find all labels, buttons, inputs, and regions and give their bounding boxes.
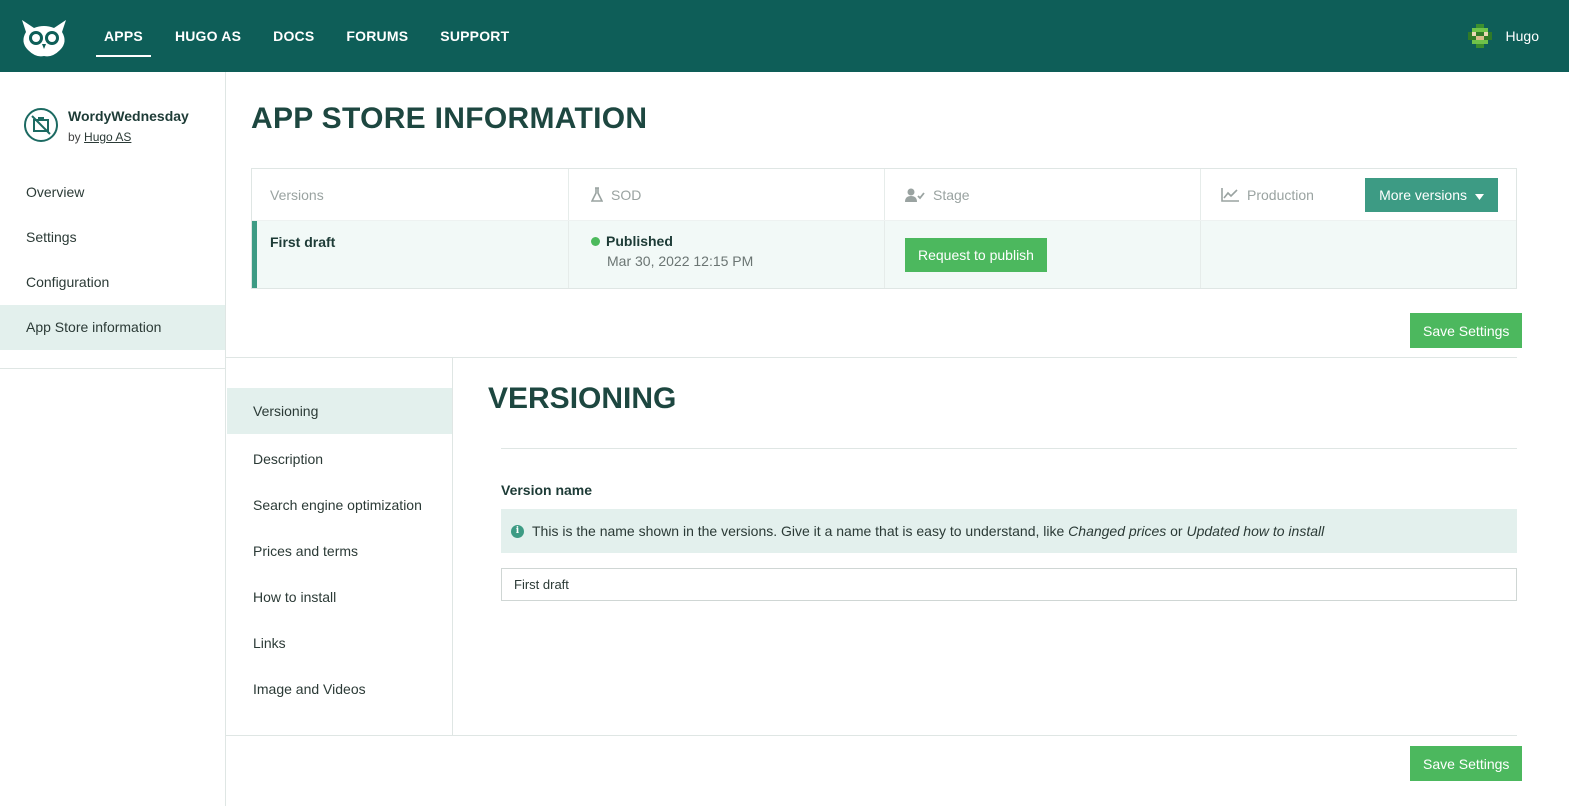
status-dot-icon [591,236,600,246]
nav-hugo-as[interactable]: HUGO AS [159,0,257,72]
stage-column-header: Stage [885,169,1201,220]
version-name-input[interactable] [501,568,1517,601]
versions-header-label: Versions [270,186,324,203]
info-text-main: This is the name shown in the versions. … [532,523,1065,539]
nav-support[interactable]: SUPPORT [424,0,525,72]
production-cell [1201,221,1516,288]
more-versions-button[interactable]: More versions [1365,178,1498,212]
section-title: VERSIONING [488,382,677,415]
sod-cell: Published Mar 30, 2022 12:15 PM [569,221,885,288]
sod-status: Published Mar 30, 2022 12:15 PM [591,221,753,269]
user-name[interactable]: Hugo [1506,28,1539,44]
versions-column-header: Versions [252,169,569,220]
app-author: by Hugo AS [68,130,189,144]
avatar [1467,24,1492,48]
version-name-cell: First draft [252,221,569,288]
author-link[interactable]: Hugo AS [84,130,131,144]
nav-forums[interactable]: FORUMS [330,0,424,72]
info-example-2: Updated how to install [1186,523,1325,539]
production-column-header: Production More versions [1201,169,1516,220]
section-nav-prices-and-terms[interactable]: Prices and terms [227,528,452,574]
version-row[interactable]: First draft Published Mar 30, 2022 12:15… [252,221,1516,288]
versions-table: Versions SOD Stage Production More versi… [251,168,1517,289]
stage-header-label: Stage [933,186,970,203]
status-date: Mar 30, 2022 12:15 PM [607,253,754,269]
versions-header-row: Versions SOD Stage Production More versi… [252,169,1516,221]
section-nav: Versioning Description Search engine opt… [227,358,453,735]
info-text: This is the name shown in the versions. … [532,523,1324,539]
status-label: Published [606,233,673,249]
section-nav-description[interactable]: Description [227,436,452,482]
owl-logo-icon[interactable] [18,16,70,58]
caret-down-icon [1475,187,1484,203]
section-divider [501,448,1517,449]
sidebar-item-configuration[interactable]: Configuration [0,260,225,305]
line-chart-icon [1221,187,1239,202]
app-icon [24,108,58,142]
save-settings-button-bottom[interactable]: Save Settings [1410,746,1523,781]
app-sidebar: WordyWednesday by Hugo AS Overview Setti… [0,72,226,806]
section-nav-image-and-videos[interactable]: Image and Videos [227,666,452,712]
stage-cell: Request to publish [885,221,1201,288]
request-to-publish-button[interactable]: Request to publish [905,238,1047,272]
sidebar-item-overview[interactable]: Overview [0,170,225,215]
flask-icon [591,186,603,203]
user-check-icon [905,188,925,202]
sidebar-divider [0,368,225,369]
info-example-1: Changed prices [1068,523,1167,539]
section-nav-how-to-install[interactable]: How to install [227,574,452,620]
version-name: First draft [270,234,336,250]
info-banner: i This is the name shown in the versions… [501,509,1517,553]
sidebar-item-app-store-information[interactable]: App Store information [0,305,225,350]
info-or: or [1170,523,1183,539]
production-header-label: Production [1247,186,1314,203]
sod-header-label: SOD [611,186,642,203]
nav-apps[interactable]: APPS [88,0,159,72]
nav-docs[interactable]: DOCS [257,0,330,72]
sidebar-item-settings[interactable]: Settings [0,215,225,260]
more-versions-label: More versions [1379,187,1467,203]
sidebar-nav: Overview Settings Configuration App Stor… [0,170,225,350]
by-prefix: by [68,130,81,144]
section-nav-seo[interactable]: Search engine optimization [227,482,452,528]
section-nav-versioning[interactable]: Versioning [227,388,452,434]
info-icon: i [511,524,524,538]
sod-column-header: SOD [569,169,885,220]
app-header: WordyWednesday by Hugo AS [24,108,189,144]
app-name: WordyWednesday [68,108,189,124]
main-nav: APPS HUGO AS DOCS FORUMS SUPPORT [88,0,525,72]
section-nav-links[interactable]: Links [227,620,452,666]
version-name-label: Version name [501,482,593,498]
save-settings-button-top[interactable]: Save Settings [1410,313,1523,348]
page-title: APP STORE INFORMATION [251,102,648,135]
user-menu[interactable]: Hugo [1467,24,1539,48]
top-navigation-bar: APPS HUGO AS DOCS FORUMS SUPPORT Hugo [0,0,1569,72]
divider [226,735,1517,736]
